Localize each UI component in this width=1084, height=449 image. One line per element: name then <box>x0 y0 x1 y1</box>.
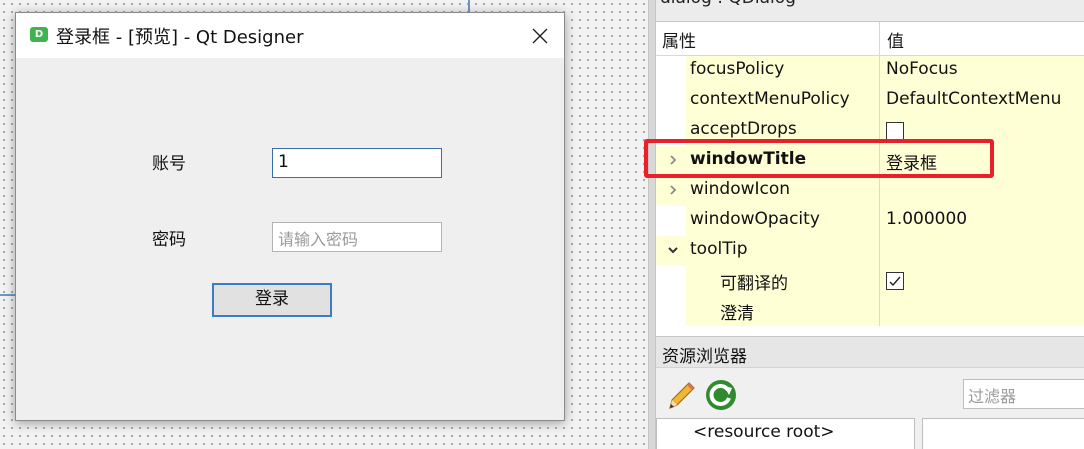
property-row-translatable[interactable]: 可翻译的 <box>656 266 1084 296</box>
resource-tree[interactable]: <resource root> <box>656 418 915 449</box>
property-value-cell[interactable] <box>880 266 1084 296</box>
property-value-cell[interactable] <box>880 236 1084 266</box>
resource-browser-title: 资源浏览器 <box>662 347 747 367</box>
filter-input[interactable]: 过滤器 <box>963 379 1084 409</box>
column-separator <box>879 22 880 56</box>
resource-list[interactable] <box>922 418 1084 449</box>
property-name-cell: 澄清 <box>656 296 880 326</box>
chevron-down-icon[interactable] <box>666 243 680 257</box>
property-name: windowIcon <box>690 179 791 199</box>
property-value-cell[interactable]: DefaultContextMenu <box>880 86 1084 116</box>
accept-drops-checkbox[interactable] <box>886 122 904 140</box>
translatable-checkbox[interactable] <box>886 272 904 290</box>
close-button[interactable] <box>516 13 564 58</box>
resource-browser-titlebar: 资源浏览器 <box>656 336 1084 368</box>
preview-dialog: D 登录框 - [预览] - Qt Designer 账号 1 密码 请输入密码… <box>15 12 565 421</box>
property-name-cell: windowIcon <box>656 176 880 206</box>
resource-root-item[interactable]: <resource root> <box>693 422 835 442</box>
password-label: 密码 <box>152 230 186 250</box>
property-name: toolTip <box>690 239 748 259</box>
property-value-cell[interactable] <box>880 176 1084 206</box>
resource-browser: 资源浏览器 过滤器 <resource root> <box>656 336 1084 449</box>
property-name: 澄清 <box>720 304 754 324</box>
account-label: 账号 <box>152 154 186 174</box>
property-row-windowOpacity[interactable]: windowOpacity 1.000000 <box>656 206 1084 236</box>
property-row-windowIcon[interactable]: windowIcon <box>656 176 1084 206</box>
property-name-cell: contextMenuPolicy <box>656 86 880 116</box>
property-name-cell: focusPolicy <box>656 56 880 86</box>
login-button[interactable]: 登录 <box>212 283 332 317</box>
highlight-annotation <box>644 139 994 178</box>
property-row-disambiguation[interactable]: 澄清 <box>656 296 1084 326</box>
password-input[interactable]: 请输入密码 <box>272 222 442 252</box>
column-value[interactable]: 值 <box>887 27 904 52</box>
property-row-focusPolicy[interactable]: focusPolicy NoFocus <box>656 56 1084 86</box>
splitter-handle[interactable] <box>648 0 656 449</box>
property-value: DefaultContextMenu <box>886 89 1062 109</box>
object-class-label: dialog : QDialog <box>660 0 796 8</box>
checkmark-icon <box>889 276 901 287</box>
object-class-header: dialog : QDialog <box>656 0 1084 22</box>
property-row-contextMenuPolicy[interactable]: contextMenuPolicy DefaultContextMenu <box>656 86 1084 116</box>
property-name-cell: toolTip <box>656 236 880 266</box>
property-value-cell[interactable] <box>880 296 1084 326</box>
property-name: acceptDrops <box>690 119 797 139</box>
property-name-cell: windowOpacity <box>656 206 880 236</box>
property-value: 1.000000 <box>886 209 968 229</box>
property-value-cell[interactable]: 1.000000 <box>880 206 1084 236</box>
property-column-header: 属性 值 <box>656 22 1084 56</box>
account-input[interactable]: 1 <box>272 148 442 178</box>
chevron-right-icon[interactable] <box>666 183 680 197</box>
dialog-title: 登录框 - [预览] - Qt Designer <box>56 27 304 48</box>
property-name: focusPolicy <box>690 59 785 79</box>
close-icon <box>532 28 548 43</box>
property-name: windowOpacity <box>690 209 820 229</box>
reload-icon[interactable] <box>704 378 738 412</box>
column-property[interactable]: 属性 <box>662 27 696 52</box>
property-row-toolTip[interactable]: toolTip <box>656 236 1084 266</box>
qt-designer-app-icon: D <box>30 27 48 42</box>
pencil-edit-icon[interactable] <box>662 378 698 414</box>
property-name: contextMenuPolicy <box>690 89 850 109</box>
dialog-titlebar[interactable]: D 登录框 - [预览] - Qt Designer <box>16 13 564 58</box>
property-name: 可翻译的 <box>720 274 788 294</box>
property-name-cell: 可翻译的 <box>656 266 880 296</box>
property-value-cell[interactable]: NoFocus <box>880 56 1084 86</box>
property-value: NoFocus <box>886 59 958 79</box>
